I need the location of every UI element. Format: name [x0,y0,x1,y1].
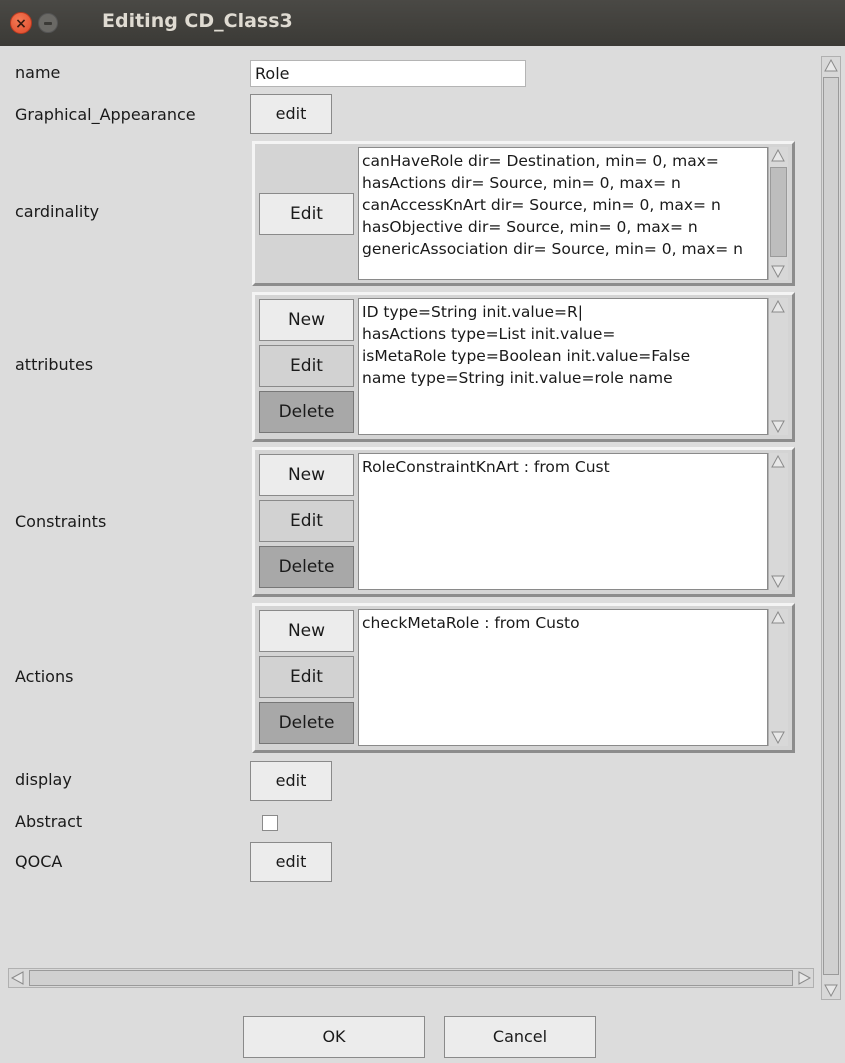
actions-delete-button[interactable]: Delete [259,702,354,744]
scroll-thumb[interactable] [770,167,787,257]
display-label: display [15,770,72,789]
abstract-checkbox[interactable] [262,815,278,831]
scroll-up-icon[interactable] [771,611,785,625]
ok-button[interactable]: OK [243,1016,425,1058]
attributes-new-button[interactable]: New [259,299,354,341]
title-bar: × Editing CD_Class3 [0,0,845,46]
actions-panel: New Edit Delete checkMetaRole : from Cus… [252,603,795,753]
list-item: checkMetaRole : from Custo [362,614,580,632]
main-vertical-scrollbar[interactable] [821,56,841,1000]
constraints-new-button[interactable]: New [259,454,354,496]
constraints-list[interactable]: RoleConstraintKnArt : from Cust [358,453,768,590]
name-field[interactable]: Role [250,60,526,87]
scroll-down-icon[interactable] [824,983,838,997]
cardinality-edit-button[interactable]: Edit [259,193,354,235]
actions-scrollbar[interactable] [768,609,788,746]
main-horizontal-scrollbar[interactable] [8,968,814,988]
cancel-button[interactable]: Cancel [444,1016,596,1058]
name-label: name [15,63,61,82]
attributes-list[interactable]: ID type=String init.value=R| hasActions … [358,298,768,435]
list-item: isMetaRole type=Boolean init.value=False [362,347,691,365]
list-item: name type=String init.value=role name [362,369,673,387]
cardinality-list[interactable]: canHaveRole dir= Destination, min= 0, ma… [358,147,768,280]
scroll-thumb[interactable] [29,970,793,986]
scroll-down-icon[interactable] [771,419,785,433]
actions-list[interactable]: checkMetaRole : from Custo [358,609,768,746]
scroll-up-icon[interactable] [771,300,785,314]
cardinality-label: cardinality [15,202,100,221]
actions-edit-button[interactable]: Edit [259,656,354,698]
constraints-panel: New Edit Delete RoleConstraintKnArt : fr… [252,447,795,597]
scroll-right-icon[interactable] [797,971,811,985]
attributes-panel: New Edit Delete ID type=String init.valu… [252,292,795,442]
minimize-icon[interactable] [38,13,58,33]
scroll-thumb[interactable] [823,77,839,975]
attributes-edit-button[interactable]: Edit [259,345,354,387]
actions-new-button[interactable]: New [259,610,354,652]
cardinality-panel: Edit canHaveRole dir= Destination, min= … [252,141,795,286]
list-item: canAccessKnArt dir= Source, min= 0, max=… [362,196,721,214]
constraints-edit-button[interactable]: Edit [259,500,354,542]
cardinality-scrollbar[interactable] [768,147,788,280]
constraints-scrollbar[interactable] [768,453,788,590]
scroll-down-icon[interactable] [771,730,785,744]
graphical-appearance-edit-button[interactable]: edit [250,94,332,134]
scroll-up-icon[interactable] [771,455,785,469]
list-item: hasActions type=List init.value= [362,325,616,343]
scroll-up-icon[interactable] [824,59,838,73]
attributes-scrollbar[interactable] [768,298,788,435]
window-title: Editing CD_Class3 [102,10,293,32]
display-edit-button[interactable]: edit [250,761,332,801]
list-item: RoleConstraintKnArt : from Cust [362,458,610,476]
list-item: canHaveRole dir= Destination, min= 0, ma… [362,152,719,170]
list-item: hasActions dir= Source, min= 0, max= n [362,174,681,192]
scroll-down-icon[interactable] [771,264,785,278]
scroll-up-icon[interactable] [771,149,785,163]
scroll-left-icon[interactable] [11,971,25,985]
attributes-label: attributes [15,355,94,374]
scroll-down-icon[interactable] [771,574,785,588]
constraints-label: Constraints [15,512,107,531]
abstract-label: Abstract [15,812,83,831]
constraints-delete-button[interactable]: Delete [259,546,354,588]
list-item: genericAssociation dir= Source, min= 0, … [362,240,744,258]
list-item: hasObjective dir= Source, min= 0, max= n [362,218,698,236]
qoca-edit-button[interactable]: edit [250,842,332,882]
graphical-appearance-label: Graphical_Appearance [15,105,196,124]
list-item: ID type=String init.value=R| [362,303,583,321]
attributes-delete-button[interactable]: Delete [259,391,354,433]
actions-label: Actions [15,667,74,686]
qoca-label: QOCA [15,852,63,871]
close-icon[interactable]: × [10,12,32,34]
